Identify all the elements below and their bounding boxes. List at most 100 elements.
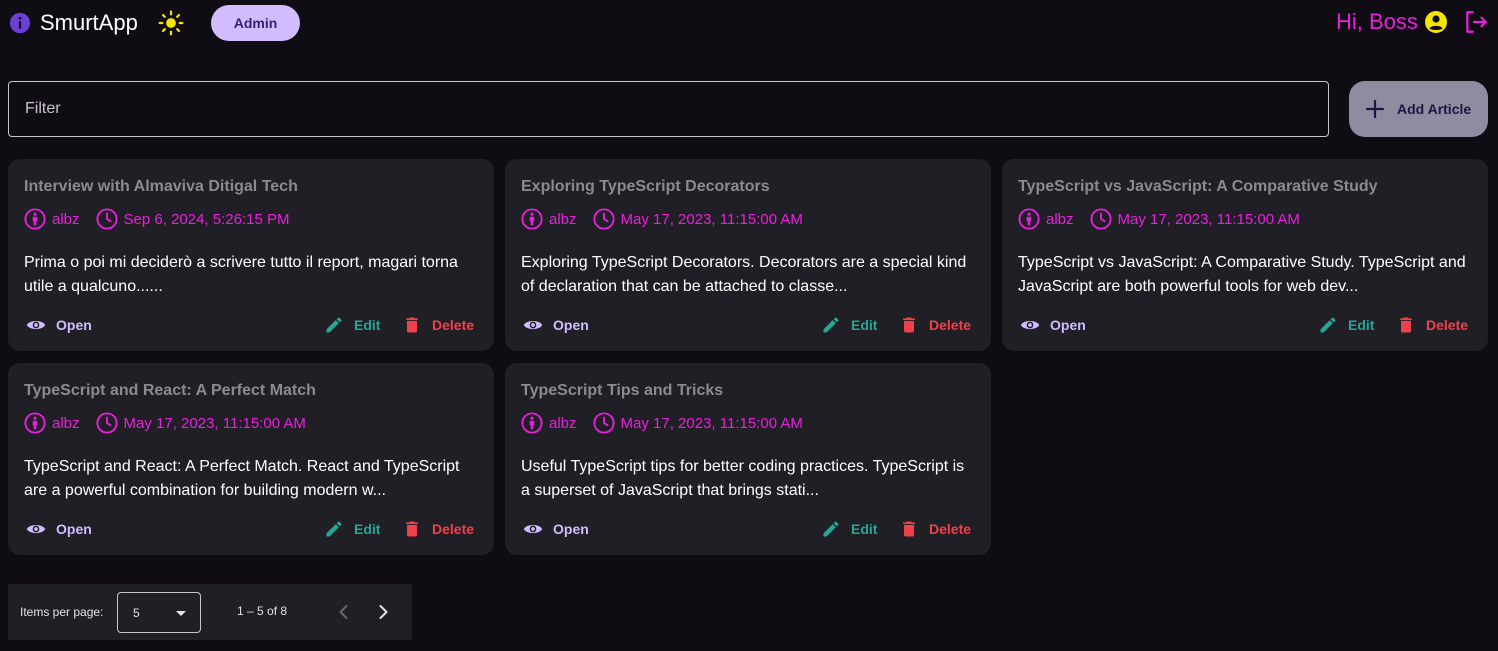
article-title: Interview with Almaviva Ditigal Tech: [24, 178, 298, 195]
add-article-button[interactable]: Add Article: [1349, 81, 1488, 137]
items-per-page-label: Items per page:: [20, 605, 104, 619]
article-meta: albz May 17, 2023, 11:15:00 AM: [1018, 207, 1300, 231]
trash-icon: [903, 521, 915, 537]
article-excerpt: TypeScript vs JavaScript: A Comparative …: [1018, 254, 1466, 295]
article-title: TypeScript and React: A Perfect Match: [24, 382, 316, 399]
dropdown-arrow-icon: [176, 611, 186, 616]
range-label: 1 – 5 of 8: [237, 604, 288, 618]
article-meta: albz May 17, 2023, 11:15:00 AM: [521, 207, 803, 231]
edit-button[interactable]: Edit: [324, 313, 380, 337]
article-meta: albz May 17, 2023, 11:15:00 AM: [521, 411, 803, 435]
trash-icon: [903, 317, 915, 333]
pencil-icon: [823, 317, 839, 333]
clock-icon: [592, 412, 615, 434]
pencil-icon: [823, 521, 839, 537]
article-card: TypeScript and React: A Perfect Match al…: [8, 363, 494, 555]
edit-button[interactable]: Edit: [1318, 313, 1374, 337]
article-date: Sep 6, 2024, 5:26:15 PM: [123, 210, 290, 228]
eye-icon: [1020, 320, 1040, 330]
open-button[interactable]: Open: [523, 517, 589, 541]
open-button[interactable]: Open: [1020, 313, 1086, 337]
items-per-page-select[interactable]: 5: [117, 592, 201, 633]
plus-icon: [1365, 99, 1385, 119]
article-excerpt: TypeScript and React: A Perfect Match. R…: [24, 458, 460, 499]
account-circle-icon[interactable]: [1424, 10, 1448, 34]
delete-label: Delete: [432, 521, 475, 537]
chevron-right-icon[interactable]: [371, 600, 395, 624]
clock-icon: [95, 208, 118, 230]
delete-button[interactable]: Delete: [1396, 313, 1468, 337]
article-title: TypeScript Tips and Tricks: [521, 382, 724, 399]
user-greeting: Hi, Boss: [1336, 9, 1418, 34]
clock-icon: [1089, 208, 1112, 230]
open-label: Open: [1050, 317, 1086, 333]
edit-button[interactable]: Edit: [821, 517, 877, 541]
article-card: TypeScript vs JavaScript: A Comparative …: [1002, 159, 1488, 351]
article-card: Interview with Almaviva Ditigal Tech alb…: [8, 159, 494, 351]
person-icon: [24, 208, 46, 230]
trash-icon: [406, 521, 418, 537]
open-label: Open: [553, 521, 589, 537]
article-meta: albz May 17, 2023, 11:15:00 AM: [24, 411, 306, 435]
open-button[interactable]: Open: [523, 313, 589, 337]
delete-label: Delete: [1426, 317, 1469, 333]
article-excerpt: Prima o poi mi deciderò a scrivere tutto…: [24, 254, 458, 295]
open-label: Open: [56, 521, 92, 537]
chevron-left-icon[interactable]: [332, 600, 356, 624]
article-author: albz: [549, 210, 577, 228]
person-icon: [521, 208, 543, 230]
person-icon: [521, 412, 543, 434]
edit-label: Edit: [354, 521, 381, 537]
delete-label: Delete: [929, 521, 972, 537]
article-excerpt: Exploring TypeScript Decorators. Decorat…: [521, 254, 967, 295]
open-button[interactable]: Open: [26, 517, 92, 541]
edit-label: Edit: [1348, 317, 1375, 333]
edit-button[interactable]: Edit: [324, 517, 380, 541]
pencil-icon: [1320, 317, 1336, 333]
pencil-icon: [326, 317, 342, 333]
open-button[interactable]: Open: [26, 313, 92, 337]
filter-input[interactable]: [8, 81, 1329, 137]
trash-icon: [406, 317, 418, 333]
article-date: May 17, 2023, 11:15:00 AM: [1117, 210, 1300, 228]
article-date: May 17, 2023, 11:15:00 AM: [620, 210, 803, 228]
delete-label: Delete: [929, 317, 972, 333]
person-icon: [1018, 208, 1040, 230]
delete-label: Delete: [432, 317, 475, 333]
trash-icon: [1400, 317, 1412, 333]
article-date: May 17, 2023, 11:15:00 AM: [123, 414, 306, 432]
add-article-label: Add Article: [1397, 101, 1472, 117]
edit-label: Edit: [851, 317, 878, 333]
eye-icon: [523, 320, 543, 330]
sun-icon[interactable]: [158, 10, 184, 36]
article-excerpt: Useful TypeScript tips for better coding…: [521, 458, 965, 499]
eye-icon: [26, 320, 46, 330]
edit-label: Edit: [851, 521, 878, 537]
pencil-icon: [326, 521, 342, 537]
logout-icon[interactable]: [1463, 9, 1489, 35]
delete-button[interactable]: Delete: [402, 313, 474, 337]
clock-icon: [592, 208, 615, 230]
info-icon[interactable]: [9, 12, 31, 34]
article-title: TypeScript vs JavaScript: A Comparative …: [1018, 178, 1378, 195]
article-author: albz: [52, 210, 80, 228]
article-author: albz: [52, 414, 80, 432]
clock-icon: [95, 412, 118, 434]
article-author: albz: [549, 414, 577, 432]
paginator: Items per page: 5 1 – 5 of 8: [8, 584, 412, 640]
article-date: May 17, 2023, 11:15:00 AM: [620, 414, 803, 432]
edit-button[interactable]: Edit: [821, 313, 877, 337]
open-label: Open: [56, 317, 92, 333]
eye-icon: [26, 524, 46, 534]
delete-button[interactable]: Delete: [899, 517, 971, 541]
app-title: SmurtApp: [40, 10, 138, 35]
delete-button[interactable]: Delete: [899, 313, 971, 337]
delete-button[interactable]: Delete: [402, 517, 474, 541]
article-card: TypeScript Tips and Tricks albz May 17, …: [505, 363, 991, 555]
article-card: Exploring TypeScript Decorators albz May…: [505, 159, 991, 351]
article-title: Exploring TypeScript Decorators: [521, 178, 770, 195]
open-label: Open: [553, 317, 589, 333]
article-meta: albz Sep 6, 2024, 5:26:15 PM: [24, 207, 289, 231]
edit-label: Edit: [354, 317, 381, 333]
admin-button[interactable]: Admin: [211, 5, 300, 41]
